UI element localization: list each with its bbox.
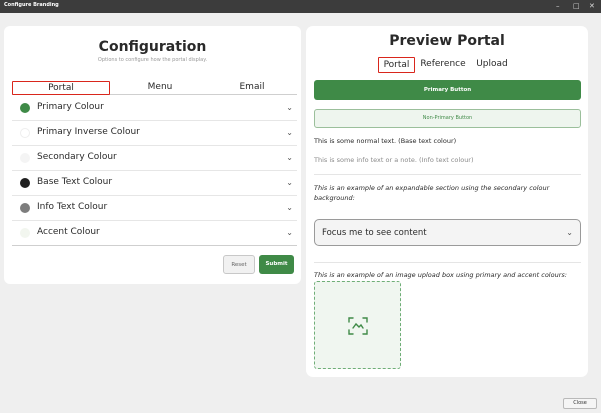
primary-inverse-colour-swatch (20, 128, 30, 138)
divider (314, 174, 581, 175)
divider (314, 262, 581, 263)
chevron-down-icon[interactable]: ⌄ (566, 228, 573, 237)
colour-row-accent[interactable]: Accent Colour ⌄ (12, 221, 297, 246)
colour-row-base-text[interactable]: Base Text Colour ⌄ (12, 171, 297, 196)
submit-button[interactable]: Submit (259, 255, 294, 274)
image-upload-box[interactable] (314, 281, 401, 369)
configuration-panel: Configuration Options to configure how t… (4, 26, 301, 284)
close-button[interactable]: Close (563, 398, 597, 409)
info-text-colour-swatch (20, 203, 30, 213)
colour-label: Primary Colour (37, 102, 104, 112)
title-bar: Configure Branding – □ ✕ (0, 0, 601, 13)
normal-text: This is some normal text. (Base text col… (314, 137, 457, 145)
colour-label: Secondary Colour (37, 152, 117, 162)
maximize-icon[interactable]: □ (573, 1, 580, 11)
preview-tab-reference[interactable]: Reference (420, 57, 466, 73)
tab-menu[interactable]: Menu (120, 81, 200, 95)
colour-label: Info Text Colour (37, 202, 108, 212)
preview-tab-upload[interactable]: Upload (472, 57, 512, 73)
preview-panel: Preview Portal Portal Reference Upload P… (306, 26, 588, 377)
tab-email[interactable]: Email (212, 81, 292, 95)
window-title: Configure Branding (4, 2, 59, 8)
expandable-section-note: This is an example of an expandable sect… (314, 184, 550, 202)
colour-row-info-text[interactable]: Info Text Colour ⌄ (12, 196, 297, 221)
colour-label: Primary Inverse Colour (37, 127, 140, 137)
chevron-down-icon[interactable]: ⌄ (286, 178, 293, 187)
colour-row-secondary[interactable]: Secondary Colour ⌄ (12, 146, 297, 171)
colour-label: Base Text Colour (37, 177, 113, 187)
preview-tab-portal[interactable]: Portal (378, 57, 415, 73)
expandable-section-label: Focus me to see content (322, 228, 427, 238)
primary-colour-swatch (20, 103, 30, 113)
accent-colour-swatch (20, 228, 30, 238)
expandable-section[interactable]: Focus me to see content ⌄ (314, 219, 581, 246)
upload-box-note: This is an example of an image upload bo… (314, 271, 567, 279)
chevron-down-icon[interactable]: ⌄ (286, 103, 293, 112)
colour-label: Accent Colour (37, 227, 100, 237)
non-primary-button[interactable]: Non-Primary Button (314, 109, 581, 128)
chevron-down-icon[interactable]: ⌄ (286, 203, 293, 212)
secondary-colour-swatch (20, 153, 30, 163)
info-text: This is some info text or a note. (Info … (314, 156, 474, 164)
base-text-colour-swatch (20, 178, 30, 188)
configuration-tabs: Portal Menu Email (12, 81, 297, 95)
configuration-title: Configuration (98, 39, 207, 55)
image-upload-icon (348, 317, 368, 335)
preview-title: Preview Portal (389, 33, 505, 49)
tab-portal[interactable]: Portal (12, 81, 110, 95)
primary-button[interactable]: Primary Button (314, 80, 581, 100)
colour-row-primary-inverse[interactable]: Primary Inverse Colour ⌄ (12, 121, 297, 146)
colour-row-primary[interactable]: Primary Colour ⌄ (12, 96, 297, 121)
minimize-icon[interactable]: – (556, 1, 560, 11)
chevron-down-icon[interactable]: ⌄ (286, 153, 293, 162)
chevron-down-icon[interactable]: ⌄ (286, 128, 293, 137)
reset-button[interactable]: Reset (223, 255, 255, 274)
configuration-subtitle: Options to configure how the portal disp… (97, 57, 208, 63)
close-window-icon[interactable]: ✕ (589, 1, 595, 11)
chevron-down-icon[interactable]: ⌄ (286, 228, 293, 237)
